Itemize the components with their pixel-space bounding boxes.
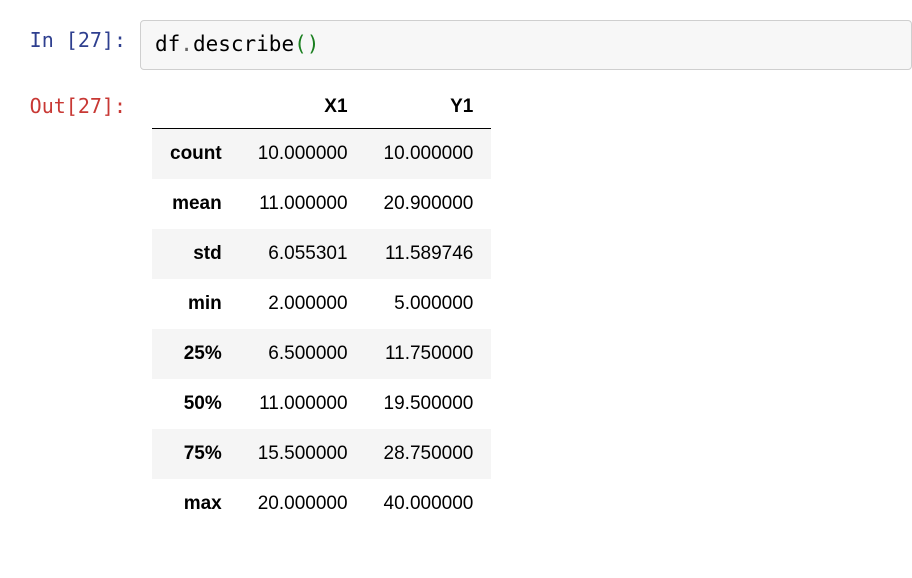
row-label: std — [152, 229, 240, 279]
row-label: count — [152, 128, 240, 179]
code-dot: . — [180, 32, 193, 56]
cell-value: 6.500000 — [240, 329, 366, 379]
cell-value: 28.750000 — [366, 429, 492, 479]
table-row: max 20.000000 40.000000 — [152, 479, 491, 529]
cell-value: 10.000000 — [366, 128, 492, 179]
table-row: std 6.055301 11.589746 — [152, 229, 491, 279]
row-label: max — [152, 479, 240, 529]
output-prompt: Out[27]: — [0, 86, 140, 126]
cell-value: 11.000000 — [240, 379, 366, 429]
cell-value: 40.000000 — [366, 479, 492, 529]
table-header-empty — [152, 86, 240, 129]
input-row: In [27]: df.describe() — [0, 0, 912, 70]
dataframe-table: X1 Y1 count 10.000000 10.000000 mean 11.… — [152, 86, 491, 529]
table-header-row: X1 Y1 — [152, 86, 491, 129]
cell-value: 11.589746 — [366, 229, 492, 279]
code-open-paren: ( — [294, 32, 307, 56]
cell-value: 5.000000 — [366, 279, 492, 329]
cell-value: 15.500000 — [240, 429, 366, 479]
cell-value: 20.900000 — [366, 179, 492, 229]
code-input-area[interactable]: df.describe() — [140, 20, 912, 70]
output-area: X1 Y1 count 10.000000 10.000000 mean 11.… — [140, 86, 912, 529]
table-row: 50% 11.000000 19.500000 — [152, 379, 491, 429]
cell-value: 6.055301 — [240, 229, 366, 279]
cell-value: 2.000000 — [240, 279, 366, 329]
output-row: Out[27]: X1 Y1 count 10.000000 10.000000 — [0, 70, 912, 529]
table-row: count 10.000000 10.000000 — [152, 128, 491, 179]
cell-value: 19.500000 — [366, 379, 492, 429]
cell-value: 11.000000 — [240, 179, 366, 229]
code-close-paren: ) — [307, 32, 320, 56]
row-label: 25% — [152, 329, 240, 379]
table-row: 25% 6.500000 11.750000 — [152, 329, 491, 379]
cell-value: 20.000000 — [240, 479, 366, 529]
table-header-col: X1 — [240, 86, 366, 129]
code-variable: df — [155, 32, 180, 56]
row-label: mean — [152, 179, 240, 229]
row-label: min — [152, 279, 240, 329]
code-method: describe — [193, 32, 294, 56]
notebook-cell: In [27]: df.describe() Out[27]: X1 Y1 co… — [0, 0, 912, 529]
row-label: 50% — [152, 379, 240, 429]
table-row: min 2.000000 5.000000 — [152, 279, 491, 329]
table-row: mean 11.000000 20.900000 — [152, 179, 491, 229]
cell-value: 11.750000 — [366, 329, 492, 379]
input-prompt: In [27]: — [0, 20, 140, 60]
cell-value: 10.000000 — [240, 128, 366, 179]
row-label: 75% — [152, 429, 240, 479]
table-header-col: Y1 — [366, 86, 492, 129]
table-row: 75% 15.500000 28.750000 — [152, 429, 491, 479]
